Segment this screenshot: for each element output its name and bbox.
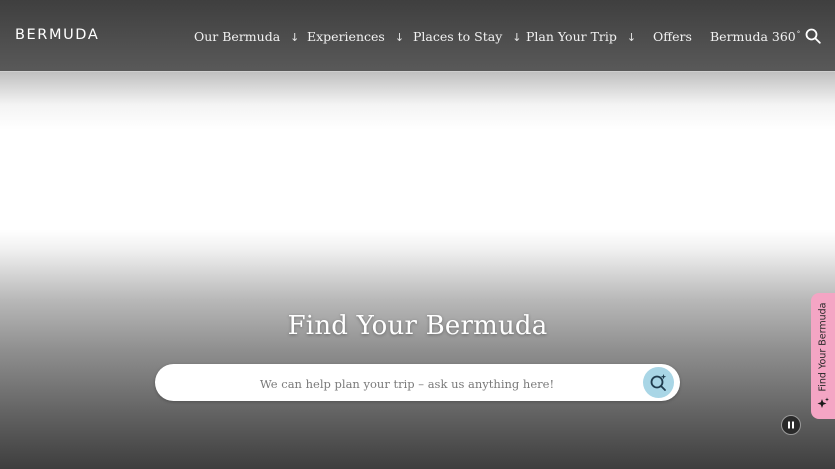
sparkle-icon: [817, 397, 829, 408]
side-tab-label: Find Your Bermuda: [817, 302, 829, 392]
site-header: BERMUDA Our Bermuda ↓ Experiences ↓ Places…: [0, 0, 835, 72]
search-icon[interactable]: [805, 28, 821, 44]
trip-search-input[interactable]: [175, 364, 639, 403]
nav-label: Places to Stay: [413, 29, 503, 44]
main-nav: Our Bermuda ↓ Experiences ↓ Places to Stay…: [0, 29, 835, 47]
nav-label: Offers: [653, 29, 692, 44]
nav-label: Our Bermuda: [194, 29, 281, 44]
degree-symbol: °: [796, 29, 801, 38]
ai-search-icon: [650, 374, 667, 391]
nav-label: Plan Your Trip: [526, 29, 617, 44]
arrow-down-icon: ↓: [394, 31, 405, 44]
nav-offers[interactable]: Offers: [653, 29, 692, 44]
arrow-down-icon: ↓: [512, 31, 522, 44]
nav-label: Experiences: [307, 29, 385, 44]
trip-search-bar: [155, 364, 680, 403]
nav-label: Bermuda 360: [710, 29, 796, 44]
nav-experiences[interactable]: Experiences ↓: [307, 29, 404, 44]
arrow-down-icon: ↓: [290, 31, 300, 44]
nav-bermuda-360[interactable]: Bermuda 360°: [710, 29, 800, 44]
nav-places-to-stay[interactable]: Places to Stay ↓: [413, 29, 522, 44]
hero-title: Find Your Bermuda: [287, 311, 548, 341]
nav-our-bermuda[interactable]: Our Bermuda ↓: [194, 29, 299, 44]
arrow-down-icon: ↓: [626, 31, 637, 44]
pause-icon: [788, 421, 794, 429]
page: BERMUDA Our Bermuda ↓ Experiences ↓ Places…: [0, 0, 835, 469]
nav-plan-your-trip[interactable]: Plan Your Trip ↓: [526, 29, 636, 44]
pause-video-button[interactable]: [781, 415, 801, 435]
find-your-bermuda-tab[interactable]: Find Your Bermuda: [811, 293, 835, 419]
ai-search-button[interactable]: [643, 367, 674, 398]
